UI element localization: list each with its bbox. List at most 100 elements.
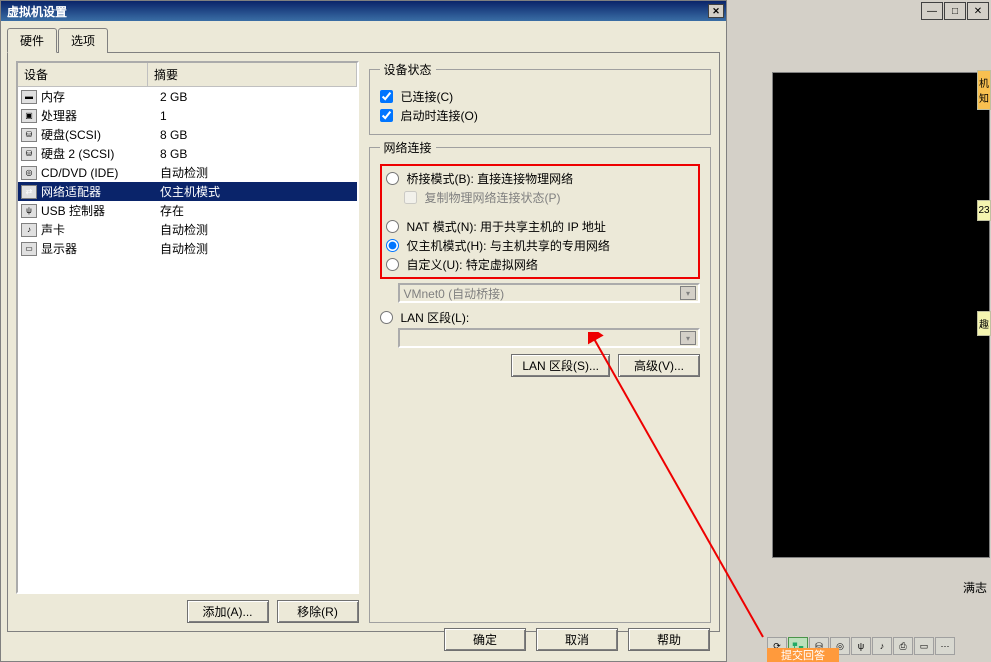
device-name: 处理器: [41, 107, 160, 124]
chevron-down-icon: ▾: [680, 286, 696, 300]
connected-checkbox[interactable]: [380, 90, 393, 103]
highlight-box: 桥接模式(B): 直接连接物理网络 复制物理网络连接状态(P) NAT 模式(N…: [380, 164, 701, 279]
device-name: 硬盘 2 (SCSI): [41, 145, 160, 162]
bridged-radio[interactable]: [386, 172, 399, 185]
nat-radio[interactable]: [386, 220, 399, 233]
device-row[interactable]: ⛁ 硬盘 2 (SCSI)8 GB: [18, 144, 357, 163]
device-name: 网络适配器: [41, 183, 160, 200]
hostonly-radio[interactable]: [386, 239, 399, 252]
minimize-icon[interactable]: —: [921, 2, 943, 20]
device-panel: 设备 摘要 ▬ 内存2 GB ▣ 处理器1 ⛁ 硬盘(SCSI)8 GB ⛁ 硬盘 2 (SC…: [16, 61, 359, 623]
device-summary: 自动检测: [160, 240, 354, 257]
device-summary: 8 GB: [160, 128, 354, 142]
col-device: 设备: [18, 63, 148, 86]
custom-network-combo: VMnet0 (自动桥接) ▾: [398, 283, 701, 303]
device-summary: 仅主机模式: [160, 183, 354, 200]
device-icon: ▣: [21, 109, 37, 123]
vm-settings-dialog: 虚拟机设置 ✕ 硬件 选项 设备 摘要 ▬ 内存2 GB ▣ 处理器1 ⛁ 硬盘(SCSI…: [0, 0, 727, 662]
help-button[interactable]: 帮助: [628, 628, 710, 651]
status-legend: 设备状态: [380, 61, 436, 78]
device-list[interactable]: 设备 摘要 ▬ 内存2 GB ▣ 处理器1 ⛁ 硬盘(SCSI)8 GB ⛁ 硬盘 2 (SC…: [16, 61, 359, 594]
maximize-icon[interactable]: □: [944, 2, 966, 20]
custom-radio[interactable]: [386, 258, 399, 271]
cancel-button[interactable]: 取消: [536, 628, 618, 651]
device-summary: 存在: [160, 202, 354, 219]
device-status-group: 设备状态 已连接(C) 启动时连接(O): [369, 61, 712, 135]
device-name: USB 控制器: [41, 202, 160, 219]
dialog-titlebar: 虚拟机设置 ✕: [1, 1, 726, 21]
side-tags: 机知 23 趣: [977, 70, 991, 336]
device-name: 硬盘(SCSI): [41, 126, 160, 143]
device-name: CD/DVD (IDE): [41, 166, 160, 180]
device-summary: 1: [160, 109, 354, 123]
sound-status-icon[interactable]: ♪: [872, 637, 892, 655]
ok-button[interactable]: 确定: [444, 628, 526, 651]
connect-on-power-checkbox[interactable]: [380, 109, 393, 122]
custom-network-value: VMnet0 (自动桥接): [404, 285, 505, 302]
tab-hardware[interactable]: 硬件: [7, 28, 57, 53]
side-label: 满志: [963, 579, 987, 596]
close-icon[interactable]: ✕: [967, 2, 989, 20]
network-legend: 网络连接: [380, 139, 436, 156]
device-summary: 2 GB: [160, 90, 354, 104]
side-tag-2[interactable]: 23: [977, 200, 991, 221]
settings-panel: 设备状态 已连接(C) 启动时连接(O) 网络连接 桥接模式(B): 直接连接物…: [369, 61, 712, 623]
lan-segment-combo: ▾: [398, 328, 701, 348]
replicate-checkbox: [404, 191, 417, 204]
device-buttons: 添加(A)... 移除(R): [16, 600, 359, 623]
device-icon: ⇄: [21, 185, 37, 199]
connected-label: 已连接(C): [401, 88, 454, 105]
tab-options[interactable]: 选项: [58, 28, 108, 53]
col-summary: 摘要: [148, 63, 357, 86]
tab-content: 设备 摘要 ▬ 内存2 GB ▣ 处理器1 ⛁ 硬盘(SCSI)8 GB ⛁ 硬盘 2 (SC…: [7, 52, 720, 632]
device-row[interactable]: ▣ 处理器1: [18, 106, 357, 125]
custom-label: 自定义(U): 特定虚拟网络: [407, 256, 538, 273]
device-row[interactable]: ♪ 声卡自动检测: [18, 220, 357, 239]
hostonly-label: 仅主机模式(H): 与主机共享的专用网络: [407, 237, 610, 254]
device-icon: ψ: [21, 204, 37, 218]
bridged-label: 桥接模式(B): 直接连接物理网络: [407, 170, 574, 187]
device-row[interactable]: ▭ 显示器自动检测: [18, 239, 357, 258]
side-tag-3[interactable]: 趣: [977, 311, 991, 336]
tab-bar: 硬件 选项: [7, 28, 720, 53]
close-icon[interactable]: ✕: [708, 4, 724, 18]
advanced-button[interactable]: 高级(V)...: [618, 354, 700, 377]
device-name: 声卡: [41, 221, 160, 238]
background-area: — □ ✕ 机知 23 趣 满志 ⟳ ⛁ ◎ ψ ♪ ⎙ ▭ ⋯ 提交回答: [727, 0, 991, 662]
usb-status-icon[interactable]: ψ: [851, 637, 871, 655]
connect-on-power-label: 启动时连接(O): [401, 107, 478, 124]
device-row[interactable]: ◎ CD/DVD (IDE)自动检测: [18, 163, 357, 182]
network-group: 网络连接 桥接模式(B): 直接连接物理网络 复制物理网络连接状态(P) NAT…: [369, 139, 712, 623]
device-icon: ⛁: [21, 128, 37, 142]
parent-window-controls: — □ ✕: [921, 2, 989, 20]
device-icon: ◎: [21, 166, 37, 180]
lan-segments-button[interactable]: LAN 区段(S)...: [511, 354, 610, 377]
side-tag-1[interactable]: 机知: [977, 70, 991, 110]
device-summary: 自动检测: [160, 164, 354, 181]
device-name: 显示器: [41, 240, 160, 257]
device-row[interactable]: ⇄ 网络适配器仅主机模式: [18, 182, 357, 201]
display-status-icon[interactable]: ▭: [914, 637, 934, 655]
device-header: 设备 摘要: [18, 63, 357, 87]
printer-status-icon[interactable]: ⎙: [893, 637, 913, 655]
bottom-hint[interactable]: 提交回答: [767, 648, 839, 662]
dialog-buttons: 确定 取消 帮助: [444, 628, 710, 651]
lan-radio[interactable]: [380, 311, 393, 324]
device-icon: ♪: [21, 223, 37, 237]
device-icon: ▬: [21, 90, 37, 104]
device-icon: ⛁: [21, 147, 37, 161]
device-icon: ▭: [21, 242, 37, 256]
add-button[interactable]: 添加(A)...: [187, 600, 269, 623]
device-summary: 自动检测: [160, 221, 354, 238]
nat-label: NAT 模式(N): 用于共享主机的 IP 地址: [407, 218, 606, 235]
device-name: 内存: [41, 88, 160, 105]
device-row[interactable]: ψ USB 控制器存在: [18, 201, 357, 220]
dialog-title: 虚拟机设置: [7, 3, 67, 20]
more-status-icon[interactable]: ⋯: [935, 637, 955, 655]
remove-button[interactable]: 移除(R): [277, 600, 359, 623]
device-row[interactable]: ▬ 内存2 GB: [18, 87, 357, 106]
vm-console[interactable]: [772, 72, 990, 558]
device-summary: 8 GB: [160, 147, 354, 161]
lan-label: LAN 区段(L):: [401, 309, 470, 326]
device-row[interactable]: ⛁ 硬盘(SCSI)8 GB: [18, 125, 357, 144]
